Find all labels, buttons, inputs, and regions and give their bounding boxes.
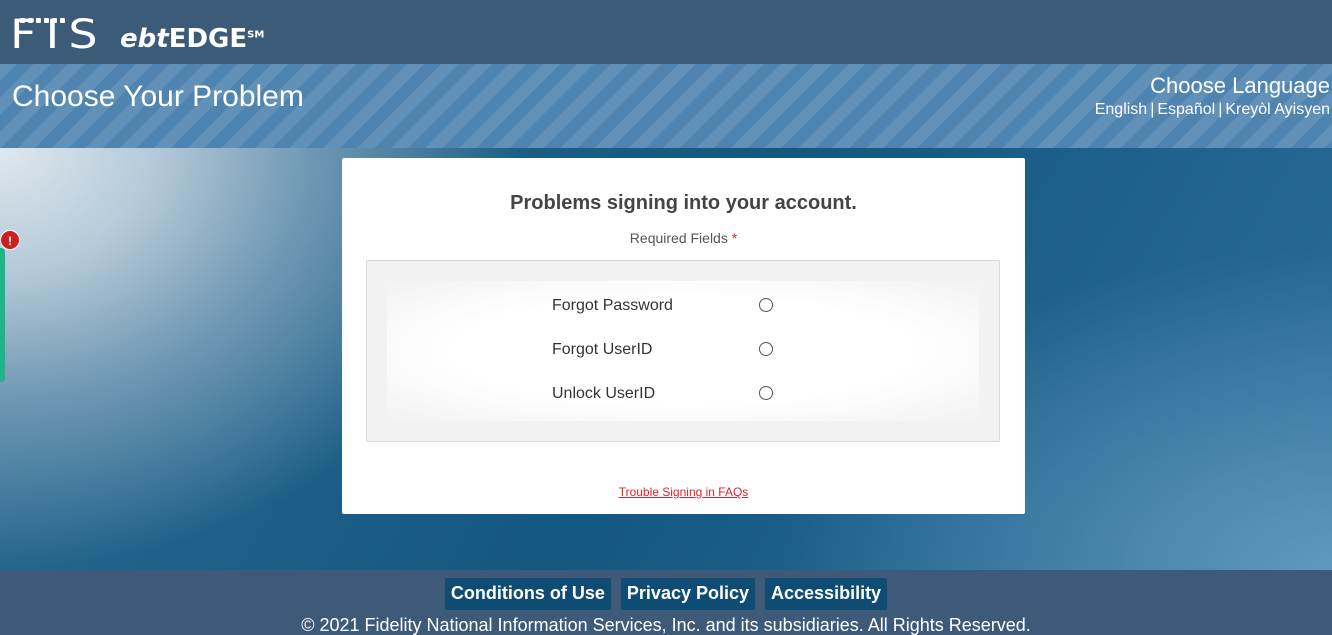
options-panel: Forgot Password Forgot UserID Unlock Use… — [366, 260, 1000, 442]
option-label: Forgot UserID — [552, 341, 653, 358]
option-label: Forgot Password — [552, 297, 673, 314]
faq-link-container: Trouble Signing in FAQs — [342, 485, 1025, 499]
forgot-userid-radio[interactable] — [759, 342, 773, 356]
alert-badge-icon[interactable]: ! — [0, 230, 20, 250]
trouble-signing-faq-link[interactable]: Trouble Signing in FAQs — [619, 485, 749, 499]
conditions-of-use-button[interactable]: Conditions of Use — [444, 578, 611, 610]
fis-logo[interactable]: FIS — [10, 10, 110, 58]
language-links: English | Español | Kreyòl Ayisyen — [1095, 101, 1330, 119]
top-brand-bar: FIS ebtEDGESM — [0, 0, 1332, 64]
page-title: Choose Your Problem — [12, 80, 304, 113]
problem-card: Problems signing into your account. Requ… — [342, 158, 1025, 514]
language-selector: Choose Language English | Español | Kreyòl A… — [1095, 73, 1330, 119]
language-kreyol-link[interactable]: Kreyòl Ayisyen — [1225, 101, 1330, 118]
footer-links: Conditions of Use Privacy Policy Accessibi… — [0, 578, 1332, 610]
option-forgot-userid[interactable]: Forgot UserID — [367, 339, 1001, 363]
option-unlock-userid[interactable]: Unlock UserID — [367, 383, 1001, 407]
unlock-userid-radio[interactable] — [759, 386, 773, 400]
language-espanol-link[interactable]: Español — [1157, 101, 1215, 118]
fis-logo-text: FIS — [10, 12, 107, 58]
title-band: Choose Your Problem Choose Language Engl… — [0, 64, 1332, 148]
card-heading: Problems signing into your account. — [510, 192, 857, 214]
side-feedback-tab[interactable] — [0, 248, 5, 382]
ebtedge-logo-ebt: ebt — [120, 24, 169, 54]
language-separator: | — [1150, 101, 1155, 118]
footer: Conditions of Use Privacy Policy Accessibi… — [0, 570, 1332, 635]
privacy-policy-button[interactable]: Privacy Policy — [620, 578, 756, 610]
language-separator: | — [1218, 101, 1223, 118]
option-forgot-password[interactable]: Forgot Password — [367, 295, 1001, 319]
required-fields-note: Required Fields * — [342, 230, 1025, 246]
option-label: Unlock UserID — [552, 385, 656, 402]
ebtedge-logo-edge: EDGE — [168, 24, 248, 54]
copyright-text: © 2021 Fidelity National Information Ser… — [301, 615, 1031, 635]
forgot-password-radio[interactable] — [759, 298, 773, 312]
language-title: Choose Language — [1150, 73, 1330, 98]
accessibility-button[interactable]: Accessibility — [765, 578, 888, 610]
required-asterisk: * — [731, 230, 738, 246]
ebtedge-logo: ebtEDGESM — [120, 24, 264, 54]
service-mark: SM — [247, 29, 265, 41]
language-english-link[interactable]: English — [1095, 101, 1147, 118]
required-fields-label: Required Fields — [629, 230, 728, 246]
